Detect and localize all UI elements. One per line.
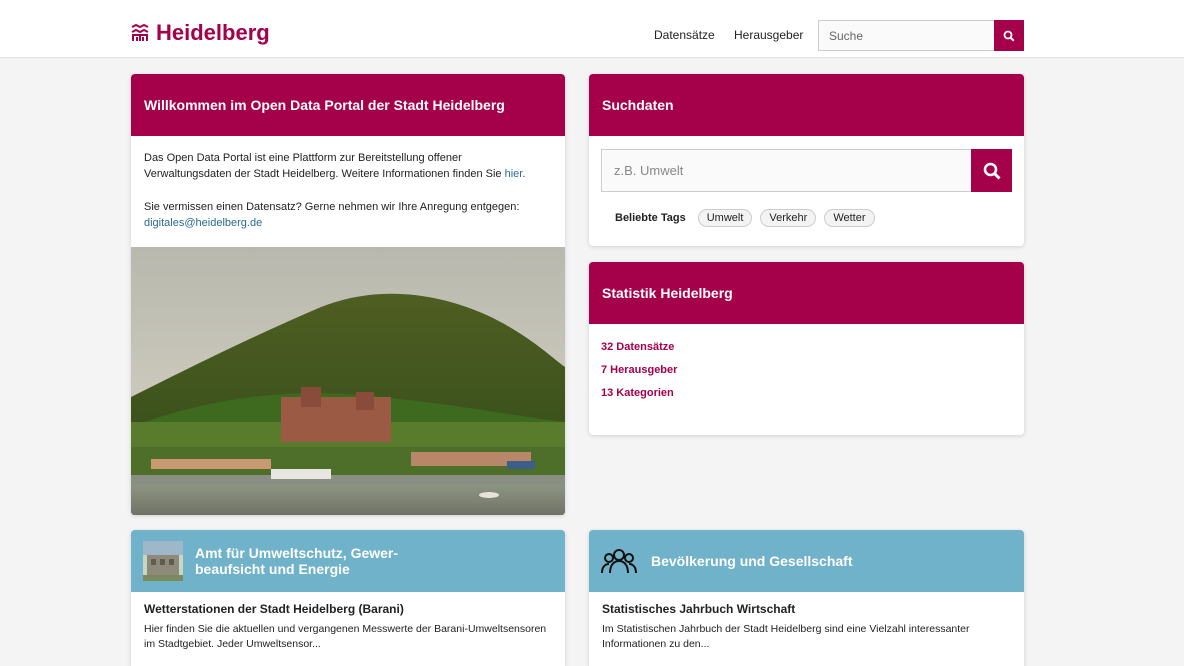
welcome-intro-text: Das Open Data Portal ist eine Plattform … [144,152,505,180]
category-header: Amt für Umweltschutz, Gewer- beaufsicht … [131,530,565,592]
category-header: Bevölkerung und Gesellschaft [589,530,1024,592]
popular-tags: Beliebte Tags Umwelt Verkehr Wetter [615,209,883,227]
dataset-description: Hier finden Sie die aktuellen und vergan… [144,623,547,650]
tag-verkehr[interactable]: Verkehr [760,209,817,227]
tag-umwelt[interactable]: Umwelt [697,209,753,227]
dataset-title[interactable]: Wetterstationen der Stadt Heidelberg (Ba… [144,602,552,616]
header-search-button[interactable] [994,20,1024,51]
request-text: Sie vermissen einen Datensatz? Gerne neh… [144,201,520,213]
statistics-title: Statistik Heidelberg [589,262,1024,324]
category-title-line1: Amt für Umweltschutz, Gewer- [195,545,399,561]
header-search [818,20,1024,51]
search-icon [1003,30,1015,42]
header-search-input[interactable] [818,20,994,51]
people-group-icon [601,549,637,574]
tag-wetter[interactable]: Wetter [824,209,875,227]
category-card-bevoelkerung[interactable]: Bevölkerung und Gesellschaft Statistisch… [589,530,1024,666]
site-header: Heidelberg Datensätze Herausgeber [0,0,1184,58]
welcome-intro-end: . [522,168,526,180]
nav-herausgeber[interactable]: Herausgeber [734,28,803,42]
category-title-line2: beaufsicht und Energie [195,561,350,577]
category-dataset: Wetterstationen der Stadt Heidelberg (Ba… [131,592,565,652]
category-dataset: Statistisches Jahrbuch Wirtschaft Im Sta… [589,592,1024,652]
nav-datensaetze[interactable]: Datensätze [654,28,715,42]
statistics-list: 32 Datensätze 7 Herausgeber 13 Kategorie… [589,324,1024,400]
welcome-paragraph: Das Open Data Portal ist eine Plattform … [144,150,552,182]
heidelberg-castle-photo [131,247,565,515]
search-icon [983,162,1001,180]
search-card-title: Suchdaten [589,74,1024,136]
request-paragraph: Sie vermissen einen Datensatz? Gerne neh… [144,199,552,231]
email-link[interactable]: digitales@heidelberg.de [144,217,262,229]
welcome-card: Willkommen im Open Data Portal der Stadt… [131,74,565,515]
building-thumbnail-icon [143,541,183,581]
search-card: Suchdaten Beliebte Tags Umwelt Verkehr W… [589,74,1024,246]
site-logo[interactable]: Heidelberg [130,20,270,46]
welcome-title: Willkommen im Open Data Portal der Stadt… [131,74,565,136]
dataset-description: Im Statistischen Jahrbuch der Stadt Heid… [602,623,970,650]
stat-categories-link[interactable]: 13 Kategorien [601,386,1012,400]
statistics-card: Statistik Heidelberg 32 Datensätze 7 Her… [589,262,1024,435]
heidelberg-logo-icon [131,23,149,41]
dataset-search-button[interactable] [971,149,1012,192]
welcome-text: Das Open Data Portal ist eine Plattform … [131,136,565,231]
dataset-search-input[interactable] [601,149,971,192]
more-info-link[interactable]: hier [505,168,523,180]
category-title: Amt für Umweltschutz, Gewer- beaufsicht … [195,545,398,577]
popular-tags-label: Beliebte Tags [615,212,686,224]
stat-publishers-link[interactable]: 7 Herausgeber [601,363,1012,377]
category-card-umweltschutz[interactable]: Amt für Umweltschutz, Gewer- beaufsicht … [131,530,565,666]
stat-datasets-link[interactable]: 32 Datensätze [601,340,1012,354]
dataset-title[interactable]: Statistisches Jahrbuch Wirtschaft [602,602,1011,616]
category-title: Bevölkerung und Gesellschaft [651,553,853,569]
dataset-search [601,149,1012,192]
logo-text: Heidelberg [156,20,270,45]
